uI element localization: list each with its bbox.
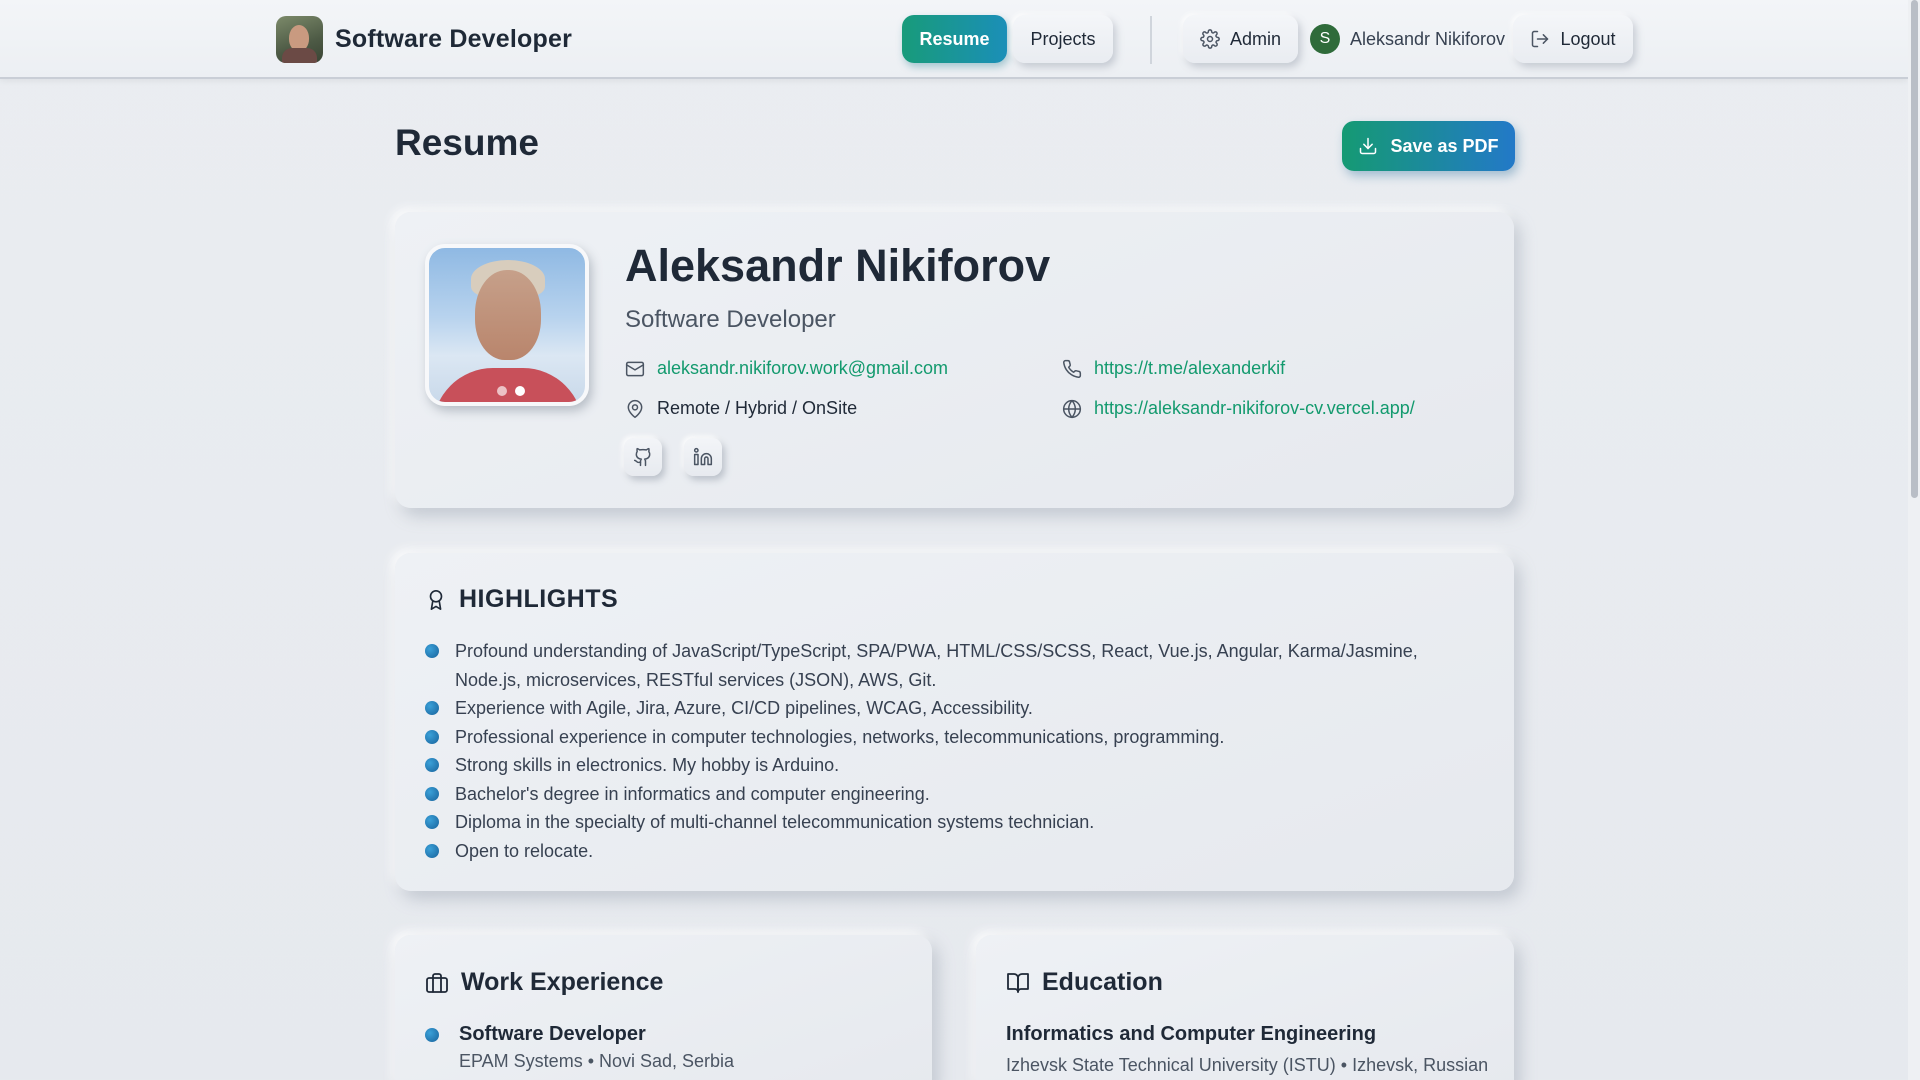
- profile-name: Aleksandr Nikiforov: [625, 240, 1051, 291]
- highlight-item: Profound understanding of JavaScript/Typ…: [425, 637, 1485, 694]
- github-icon: [633, 447, 651, 467]
- nav-divider: [1150, 16, 1152, 64]
- linkedin-button[interactable]: [684, 438, 722, 476]
- phone-icon: [1063, 359, 1082, 378]
- admin-label: Admin: [1229, 28, 1282, 49]
- save-as-pdf-button[interactable]: Save as PDF: [1342, 121, 1515, 171]
- location-text: Remote / Hybrid / OnSite: [657, 398, 858, 418]
- highlight-item: Professional experience in computer tech…: [425, 723, 1485, 752]
- mail-icon: [625, 361, 645, 376]
- globe-icon: [1062, 399, 1082, 418]
- briefcase-icon: [426, 972, 448, 993]
- user-name: Aleksandr Nikiforov: [1350, 28, 1506, 49]
- job-bullet: [425, 1028, 439, 1042]
- work-experience-title: Work Experience: [461, 968, 664, 996]
- telegram-link[interactable]: https://t.me/alexanderkif: [1094, 358, 1285, 379]
- email-link[interactable]: aleksandr.nikiforov.work@gmail.com: [657, 358, 948, 379]
- nav-projects-button[interactable]: Projects: [1013, 15, 1113, 63]
- education-title: Education: [1042, 968, 1163, 996]
- highlights-list: Profound understanding of JavaScript/Typ…: [425, 637, 1485, 865]
- highlight-item: Strong skills in electronics. My hobby i…: [425, 751, 1485, 780]
- github-button[interactable]: [624, 438, 662, 476]
- brand-avatar: [276, 16, 323, 63]
- highlights-header: HIGHLIGHTS: [425, 585, 618, 614]
- education-header: Education: [1006, 968, 1163, 997]
- highlight-item: Experience with Agile, Jira, Azure, CI/C…: [425, 694, 1485, 723]
- highlights-card: HIGHLIGHTS Profound understanding of Jav…: [395, 553, 1514, 891]
- brand-title: Software Developer: [335, 25, 573, 53]
- education-card: Education Informatics and Computer Engin…: [976, 935, 1514, 1080]
- carousel-dot-2[interactable]: [515, 386, 525, 396]
- contact-email: aleksandr.nikiforov.work@gmail.com: [625, 358, 948, 379]
- admin-button[interactable]: Admin: [1183, 15, 1298, 63]
- map-pin-icon: [627, 399, 643, 418]
- nav-resume-label: Resume: [919, 28, 990, 49]
- education-entry: Informatics and Computer Engineering Izh…: [1006, 1023, 1496, 1080]
- highlight-item: Diploma in the specialty of multi-channe…: [425, 808, 1485, 837]
- carousel-indicators: [497, 386, 525, 396]
- profile-photo-carousel[interactable]: [425, 244, 589, 406]
- save-as-pdf-label: Save as PDF: [1390, 135, 1499, 156]
- highlight-item: Open to relocate.: [425, 837, 1485, 866]
- linkedin-icon: [693, 447, 713, 466]
- user-chip[interactable]: S Aleksandr Nikiforov: [1310, 24, 1505, 54]
- award-icon: [429, 589, 443, 610]
- carousel-dot-1[interactable]: [497, 386, 507, 396]
- nav-resume-button[interactable]: Resume: [902, 15, 1007, 63]
- nav-projects-label: Projects: [1030, 28, 1096, 49]
- profile-role: Software Developer: [625, 306, 836, 333]
- highlights-title: HIGHLIGHTS: [459, 585, 619, 613]
- page-title: Resume: [395, 122, 539, 163]
- page-scrollbar-thumb[interactable]: [1911, 0, 1918, 498]
- job-company: EPAM Systems • Novi Sad, Serbia: [459, 1051, 735, 1071]
- top-navigation-bar: Software Developer Resume Projects Admin…: [0, 0, 1908, 79]
- profile-card: Aleksandr Nikiforov Software Developer a…: [395, 212, 1514, 508]
- logout-icon: [1532, 30, 1549, 48]
- contact-location: Remote / Hybrid / OnSite: [625, 398, 857, 419]
- contact-website: https://aleksandr-nikiforov-cv.vercel.ap…: [1062, 398, 1415, 419]
- logout-label: Logout: [1560, 28, 1616, 49]
- contact-telegram: https://t.me/alexanderkif: [1062, 358, 1285, 379]
- user-avatar: S: [1310, 24, 1340, 54]
- education-school: Izhevsk State Technical University (ISTU…: [1006, 1055, 1489, 1075]
- gear-icon: [1200, 29, 1220, 49]
- website-link[interactable]: https://aleksandr-nikiforov-cv.vercel.ap…: [1094, 398, 1415, 419]
- book-open-icon: [1007, 972, 1029, 993]
- job-position: Software Developer: [459, 1023, 646, 1045]
- work-experience-card: Work Experience Software Developer EPAM …: [395, 935, 932, 1080]
- logout-button[interactable]: Logout: [1513, 15, 1633, 63]
- download-icon: [1360, 137, 1377, 155]
- work-experience-header: Work Experience: [425, 968, 663, 997]
- education-degree: Informatics and Computer Engineering: [1006, 1023, 1377, 1045]
- highlight-item: Bachelor's degree in informatics and com…: [425, 780, 1485, 809]
- brand[interactable]: Software Developer: [276, 16, 572, 63]
